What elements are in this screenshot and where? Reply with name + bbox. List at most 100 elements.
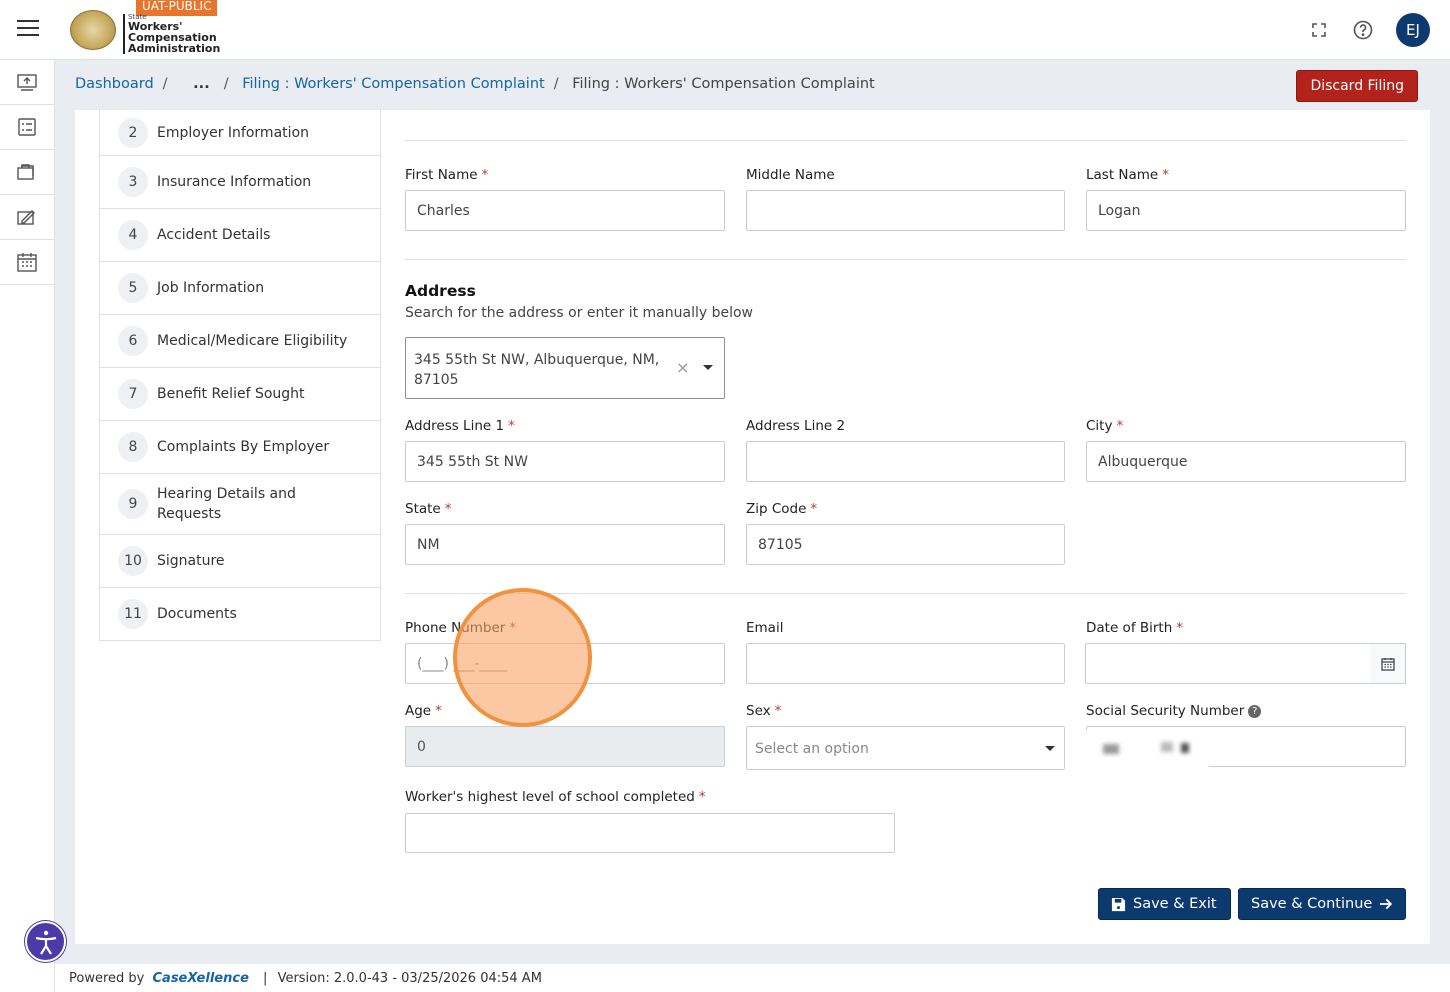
powered-by-label: Powered by bbox=[69, 971, 145, 986]
top-header: UAT-PUBLIC State Workers' Compensation A… bbox=[0, 0, 1450, 60]
footer: Powered by CaseXellence | Version: 2.0.0… bbox=[55, 964, 1450, 992]
step-label: Employer Information bbox=[157, 124, 309, 141]
breadcrumb-ellipsis[interactable]: ... bbox=[193, 76, 210, 92]
step-item-documents[interactable]: 11 Documents bbox=[100, 588, 380, 640]
step-number: 2 bbox=[118, 117, 148, 148]
address-section-title: Address bbox=[405, 282, 476, 300]
school-level-field[interactable] bbox=[405, 813, 895, 853]
age-field bbox=[405, 726, 725, 767]
breadcrumb: Dashboard / ... / Filing : Workers' Compen… bbox=[75, 76, 875, 92]
step-item-employer-information[interactable]: 2 Employer Information bbox=[100, 110, 380, 156]
clear-icon[interactable]: × bbox=[676, 358, 689, 377]
middle-name-label: Middle Name bbox=[746, 167, 835, 183]
middle-name-field[interactable] bbox=[746, 190, 1065, 231]
address-line1-field[interactable] bbox=[405, 441, 725, 482]
step-item-complaints-by-employer[interactable]: 8 Complaints By Employer bbox=[100, 421, 380, 474]
breadcrumb-bar: Dashboard / ... / Filing : Workers' Compen… bbox=[55, 60, 1450, 110]
step-number: 8 bbox=[118, 432, 148, 462]
logo-line-3: Administration bbox=[128, 42, 221, 55]
email-label: Email bbox=[746, 620, 784, 636]
briefcase-icon[interactable] bbox=[0, 150, 54, 195]
sex-select-placeholder: Select an option bbox=[755, 741, 869, 757]
sex-select[interactable]: Select an option bbox=[746, 726, 1065, 770]
step-number: 10 bbox=[118, 546, 148, 576]
date-of-birth-field[interactable] bbox=[1085, 643, 1371, 684]
ssn-label: Social Security Number? bbox=[1086, 703, 1262, 719]
step-label: Job Information bbox=[157, 280, 265, 296]
step-item-benefit-relief[interactable]: 7 Benefit Relief Sought bbox=[100, 368, 380, 421]
city-field[interactable] bbox=[1086, 441, 1406, 482]
step-label: Hearing Details and Requests bbox=[157, 486, 296, 522]
step-item-hearing-details[interactable]: 9 Hearing Details and Requests bbox=[100, 474, 380, 535]
casexellence-logo: CaseXellence bbox=[152, 971, 249, 986]
question-icon[interactable]: ? bbox=[1248, 705, 1262, 718]
help-icon[interactable] bbox=[1352, 19, 1374, 41]
zip-code-field[interactable] bbox=[746, 524, 1065, 565]
document-edit-icon[interactable] bbox=[0, 195, 54, 240]
breadcrumb-dashboard[interactable]: Dashboard bbox=[75, 76, 154, 92]
step-label: Documents bbox=[157, 606, 237, 622]
step-item-insurance-information[interactable]: 3 Insurance Information bbox=[100, 156, 380, 209]
address-line2-label: Address Line 2 bbox=[746, 418, 846, 434]
breadcrumb-current: Filing : Workers' Compensation Complaint bbox=[572, 76, 875, 92]
step-label: Medical/Medicare Eligibility bbox=[157, 333, 348, 349]
user-avatar[interactable]: EJ bbox=[1396, 13, 1430, 47]
step-item-accident-details[interactable]: 4 Accident Details bbox=[100, 209, 380, 262]
step-number: 9 bbox=[118, 489, 148, 519]
step-item-medical-eligibility[interactable]: 6 Medical/Medicare Eligibility bbox=[100, 315, 380, 368]
chevron-down-icon bbox=[703, 365, 713, 370]
address-search-value: 345 55th St NW, Albuquerque, NM, 87105 bbox=[414, 352, 660, 388]
arrow-right-icon bbox=[1380, 898, 1393, 910]
step-label: Signature bbox=[157, 553, 225, 569]
first-name-label: First Name * bbox=[405, 167, 489, 183]
school-level-label: Worker's highest level of school complet… bbox=[405, 789, 706, 805]
divider bbox=[405, 140, 1406, 141]
upload-icon[interactable] bbox=[0, 60, 54, 105]
step-label: Accident Details bbox=[157, 227, 271, 243]
step-number: 5 bbox=[118, 273, 148, 303]
step-number: 4 bbox=[118, 220, 148, 250]
save-exit-button[interactable]: Save & Exit bbox=[1098, 888, 1231, 920]
state-label: State * bbox=[405, 501, 452, 517]
address-line1-label: Address Line 1 * bbox=[405, 418, 515, 434]
last-name-field[interactable] bbox=[1086, 190, 1406, 231]
step-number: 7 bbox=[118, 379, 148, 409]
accessibility-icon[interactable] bbox=[25, 921, 66, 962]
left-rail bbox=[0, 60, 55, 992]
phone-number-field[interactable] bbox=[405, 643, 725, 684]
zip-code-label: Zip Code * bbox=[746, 501, 818, 517]
city-label: City * bbox=[1086, 418, 1124, 434]
divider bbox=[405, 259, 1406, 260]
first-name-field[interactable] bbox=[405, 190, 725, 231]
version-text: Version: 2.0.0-43 - 03/25/2026 04:54 AM bbox=[277, 971, 542, 986]
sex-label: Sex * bbox=[746, 703, 782, 719]
fullscreen-icon[interactable] bbox=[1308, 19, 1330, 41]
save-icon bbox=[1111, 897, 1126, 911]
state-seal-logo bbox=[70, 10, 116, 50]
menu-icon[interactable] bbox=[17, 20, 39, 38]
save-continue-label: Save & Continue bbox=[1251, 896, 1373, 912]
calendar-icon[interactable] bbox=[1370, 643, 1406, 684]
email-field[interactable] bbox=[746, 643, 1065, 684]
step-item-job-information[interactable]: 5 Job Information bbox=[100, 262, 380, 315]
address-search-select[interactable]: 345 55th St NW, Albuquerque, NM, 87105 × bbox=[405, 337, 725, 399]
date-of-birth-label: Date of Birth * bbox=[1086, 620, 1184, 636]
calendar-icon[interactable] bbox=[0, 240, 54, 285]
step-label: Insurance Information bbox=[157, 174, 312, 190]
state-field[interactable] bbox=[405, 524, 725, 565]
last-name-label: Last Name * bbox=[1086, 167, 1169, 183]
step-label: Complaints By Employer bbox=[157, 439, 330, 455]
breadcrumb-parent[interactable]: Filing : Workers' Compensation Complaint bbox=[242, 76, 545, 92]
address-section-subtitle: Search for the address or enter it manua… bbox=[405, 305, 753, 321]
divider bbox=[405, 593, 1406, 594]
step-number: 6 bbox=[118, 326, 148, 356]
discard-filing-button[interactable]: Discard Filing bbox=[1296, 70, 1418, 102]
chevron-down-icon bbox=[1045, 746, 1055, 751]
ssn-masked-value bbox=[1081, 730, 1209, 768]
address-line2-field[interactable] bbox=[746, 441, 1065, 482]
phone-number-label: Phone Number * bbox=[405, 620, 517, 636]
step-item-signature[interactable]: 10 Signature bbox=[100, 535, 380, 588]
save-exit-label: Save & Exit bbox=[1133, 896, 1217, 912]
checklist-icon[interactable] bbox=[0, 105, 54, 150]
save-continue-button[interactable]: Save & Continue bbox=[1238, 888, 1406, 920]
